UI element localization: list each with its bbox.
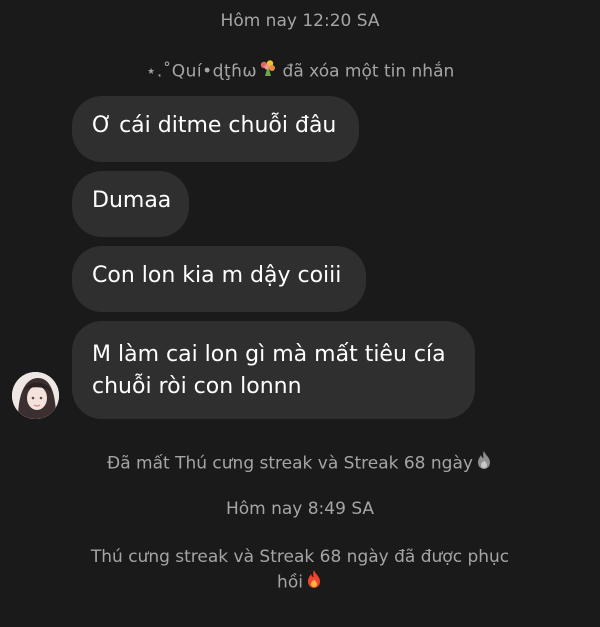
message-text-4-line-1: M làm cai lon gì mà mất tiêu cía	[92, 342, 446, 367]
message-bubble-2[interactable]: Dumaa	[72, 171, 189, 237]
bouquet-icon	[259, 59, 277, 84]
streak-lost-notice: Đã mất Thú cưng streak và Streak 68 ngày	[0, 450, 600, 477]
streak-restored-line-2-wrap: hồi	[0, 569, 600, 596]
deleted-message-notice: ⋆.˚Quí•ɖţɦω đã xóa một tin nhắn	[0, 59, 600, 84]
message-bubble-4[interactable]: M làm cai lon gì mà mất tiêu cía chuỗi r…	[72, 321, 475, 419]
streak-restored-line-2: hồi	[277, 572, 303, 593]
fire-icon	[305, 569, 323, 596]
message-text-1: Ơ cái ditme chuỗi đâu	[92, 113, 337, 138]
timestamp-2: Hôm nay 8:49 SA	[225, 499, 375, 519]
gray-fire-icon	[475, 450, 493, 477]
streak-restored-line-1: Thú cưng streak và Streak 68 ngày đã đượ…	[90, 547, 510, 567]
streak-lost-text: Đã mất Thú cưng streak và Streak 68 ngày	[107, 453, 473, 474]
deleted-notice-text: đã xóa một tin nhắn	[282, 61, 455, 82]
message-bubble-3[interactable]: Con lon kia m dậy coiii	[72, 246, 366, 312]
message-text-2: Dumaa	[92, 188, 172, 213]
streak-restored-notice: Thú cưng streak và Streak 68 ngày đã đượ…	[0, 545, 600, 596]
avatar[interactable]	[12, 372, 59, 419]
timestamp-1: Hôm nay 12:20 SA	[220, 11, 380, 31]
deleted-notice-user[interactable]: ⋆.˚Quí•ɖţɦω	[146, 62, 257, 82]
message-text-3: Con lon kia m dậy coiii	[92, 263, 342, 288]
chat-screen: Hôm nay 12:20 SA ⋆.˚Quí•ɖţɦω đã xóa một …	[0, 0, 600, 627]
message-bubble-1[interactable]: Ơ cái ditme chuỗi đâu	[72, 96, 359, 162]
message-text-4-line-2: chuỗi ròi con lonnn	[92, 374, 302, 399]
